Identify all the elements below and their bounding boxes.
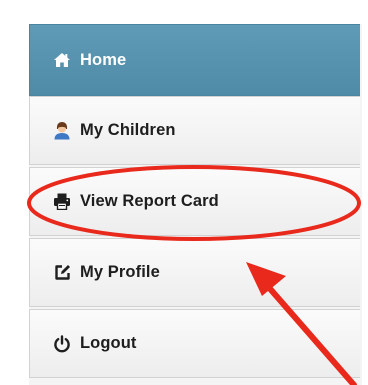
power-icon [52,334,72,354]
home-icon [52,50,72,70]
printer-icon [52,192,72,212]
sidebar-item-home[interactable]: Home [29,24,360,96]
sidebar-item-my-profile[interactable]: My Profile [29,238,360,307]
sidebar-menu: Home My Children View Report Card My Pro… [29,24,362,385]
sidebar-item-view-report-card[interactable]: View Report Card [29,167,360,236]
sidebar-item-label: View Report Card [80,192,219,210]
sidebar-item-my-children[interactable]: My Children [29,96,360,165]
edit-icon [52,263,72,283]
screenshot-canvas: Home My Children View Report Card My Pro… [0,0,368,385]
sidebar-item-logout[interactable]: Logout [29,309,360,378]
sidebar-item-label: Home [80,50,127,69]
sidebar-item-label: My Children [80,121,176,139]
sidebar-item-label: My Profile [80,263,160,281]
user-icon [52,121,72,141]
sidebar-item-label: Logout [80,334,137,352]
